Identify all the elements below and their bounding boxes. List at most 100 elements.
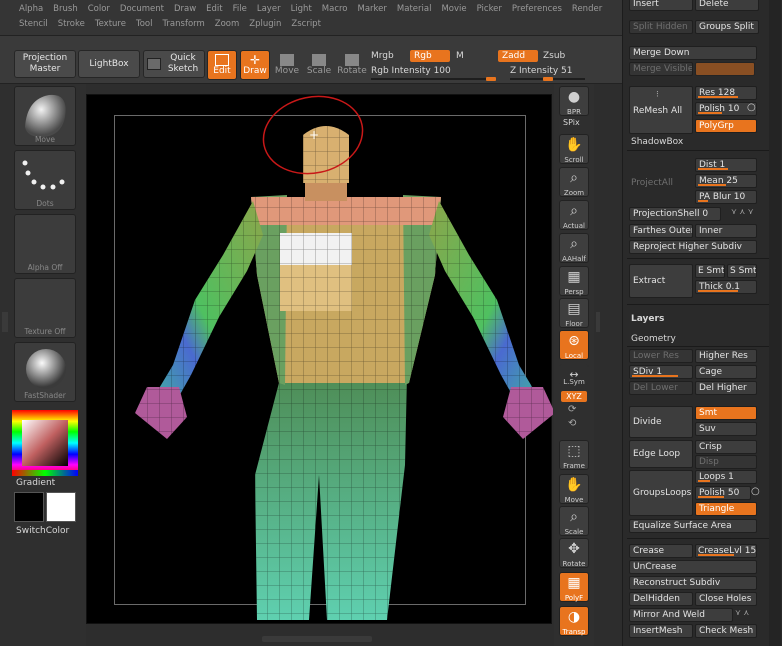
menu-render[interactable]: Render [567, 2, 607, 16]
menu-draw[interactable]: Draw [169, 2, 201, 16]
insert-mesh-button[interactable]: InsertMesh [629, 624, 693, 638]
panel-scrollbar[interactable] [769, 0, 781, 646]
merge-down-button[interactable]: Merge Down [629, 46, 757, 60]
right-tray-handle[interactable] [596, 312, 600, 332]
remesh-all-button[interactable]: ⁝ ReMesh All [629, 86, 693, 134]
persp-button[interactable]: ▦ Persp [559, 266, 589, 296]
uncrease-button[interactable]: UnCrease [629, 560, 757, 574]
color-picker[interactable] [12, 410, 78, 476]
rotate-z-icon[interactable]: ⟲ [568, 418, 576, 429]
texture-thumbnail[interactable]: Texture Off [14, 278, 76, 338]
rgb-intensity-slider[interactable] [371, 77, 496, 81]
character-mesh-model[interactable]: + [87, 95, 553, 625]
rotate-mode-button[interactable]: Rotate [337, 50, 367, 80]
menu-picker[interactable]: Picker [472, 2, 507, 16]
inner-toggle[interactable]: Inner [695, 224, 757, 238]
farthest-toggle[interactable]: Farthes Outer [629, 224, 693, 238]
lower-res-button[interactable]: Lower Res [629, 349, 693, 363]
transp-button[interactable]: ◑ Transp [559, 606, 589, 636]
merge-option-toggle[interactable] [695, 62, 755, 76]
dist-slider[interactable]: Dist 1 [695, 158, 757, 172]
shadowbox-button[interactable]: ShadowBox [631, 137, 683, 147]
menu-texture[interactable]: Texture [90, 17, 131, 31]
rgb-button[interactable]: Rgb [410, 50, 450, 62]
menu-edit[interactable]: Edit [201, 2, 227, 16]
menu-preferences[interactable]: Preferences [507, 2, 567, 16]
scroll-button[interactable]: ✋ Scroll [559, 134, 589, 164]
actual-button[interactable]: ⌕ Actual [559, 200, 589, 230]
menu-macro[interactable]: Macro [317, 2, 353, 16]
m-button[interactable]: M [456, 51, 464, 61]
menu-light[interactable]: Light [286, 2, 317, 16]
pa-blur-slider[interactable]: PA Blur 10 [695, 190, 757, 204]
insert-button[interactable]: Insert [629, 0, 693, 11]
mrgb-button[interactable]: Mrgb [371, 51, 394, 61]
zsub-button[interactable]: Zsub [543, 51, 565, 61]
menu-color[interactable]: Color [83, 2, 115, 16]
res-slider[interactable]: Res 128 [695, 86, 757, 100]
rgb-intensity-knob[interactable] [486, 77, 496, 81]
del-hidden-button[interactable]: DelHidden [629, 592, 693, 606]
disp-slider[interactable]: Disp [695, 455, 757, 469]
quick-sketch-button[interactable]: Quick Sketch [143, 50, 205, 78]
xyz-button[interactable]: XYZ [561, 391, 587, 402]
local-button[interactable]: ⊛ Local [559, 330, 589, 360]
menu-alpha[interactable]: Alpha [14, 2, 48, 16]
merge-visible-button[interactable]: Merge Visible [629, 62, 693, 76]
menu-material[interactable]: Material [392, 2, 437, 16]
mirror-and-weld-button[interactable]: Mirror And Weld [629, 608, 733, 622]
mirror-axis-icons[interactable]: ⋎ ⋏ [735, 608, 749, 617]
polyf-button[interactable]: ▦ PolyF [559, 572, 589, 602]
menu-file[interactable]: File [228, 2, 252, 16]
menu-movie[interactable]: Movie [436, 2, 471, 16]
cage-button[interactable]: Cage [695, 365, 757, 379]
projection-master-button[interactable]: Projection Master [14, 50, 76, 78]
document-canvas[interactable]: + [86, 94, 553, 625]
check-mesh-button[interactable]: Check Mesh [695, 624, 757, 638]
edge-loop-button[interactable]: Edge Loop [629, 440, 693, 468]
projection-shell-slider[interactable]: ProjectionShell 0 [629, 207, 721, 221]
menu-zplugin[interactable]: Zplugin [244, 17, 286, 31]
z-intensity-slider[interactable] [510, 77, 585, 81]
higher-res-button[interactable]: Higher Res [695, 349, 757, 363]
zadd-button[interactable]: Zadd [498, 50, 538, 62]
suv-toggle[interactable]: Suv [695, 422, 757, 436]
reproject-higher-subdiv-button[interactable]: Reproject Higher Subdiv [629, 240, 757, 254]
loops-slider[interactable]: Loops 1 [695, 470, 757, 484]
crease-button[interactable]: Crease [629, 544, 693, 558]
project-all-button[interactable]: ProjectAll [631, 178, 673, 188]
scale-mode-button[interactable]: Scale [305, 50, 333, 80]
del-lower-button[interactable]: Del Lower [629, 381, 693, 395]
reconstruct-subdiv-button[interactable]: Reconstruct Subdiv [629, 576, 757, 590]
move-view-button[interactable]: ✋ Move [559, 474, 589, 504]
edit-button[interactable]: Edit [207, 50, 237, 80]
crease-lvl-slider[interactable]: CreaseLvl 15 [695, 544, 757, 558]
menu-tool[interactable]: Tool [131, 17, 158, 31]
triangle-toggle[interactable]: Triangle [695, 502, 757, 516]
menu-document[interactable]: Document [115, 2, 169, 16]
delete-button[interactable]: Delete [695, 0, 759, 11]
zoom-button[interactable]: ⌕ Zoom [559, 167, 589, 197]
crisp-toggle[interactable]: Crisp [695, 440, 757, 454]
menu-brush[interactable]: Brush [48, 2, 83, 16]
extract-button[interactable]: Extract [629, 264, 693, 298]
aahalf-button[interactable]: ⌕ AAHalf [559, 233, 589, 263]
scale-view-button[interactable]: ⌕ Scale [559, 506, 589, 536]
brush-thumbnail[interactable]: Move [14, 86, 76, 146]
polish2-circle-icon[interactable]: ○ [751, 486, 760, 497]
menu-layer[interactable]: Layer [252, 2, 286, 16]
sdiv-slider[interactable]: SDiv 1 [629, 365, 693, 379]
geometry-section-header[interactable]: Geometry [631, 334, 676, 344]
split-hidden-button[interactable]: Split Hidden [629, 20, 693, 34]
divide-button[interactable]: Divide [629, 406, 693, 438]
smt-toggle[interactable]: Smt [695, 406, 757, 420]
lightbox-button[interactable]: LightBox [78, 50, 140, 78]
left-tray-handle[interactable] [2, 312, 8, 332]
main-color-swatch[interactable] [14, 492, 44, 522]
mean-slider[interactable]: Mean 25 [695, 174, 757, 188]
s-smt-slider[interactable]: S Smt [727, 264, 757, 278]
equalize-surface-area-button[interactable]: Equalize Surface Area [629, 519, 757, 533]
menu-zoom[interactable]: Zoom [210, 17, 245, 31]
secondary-color-swatch[interactable] [46, 492, 76, 522]
menu-zscript[interactable]: Zscript [286, 17, 326, 31]
